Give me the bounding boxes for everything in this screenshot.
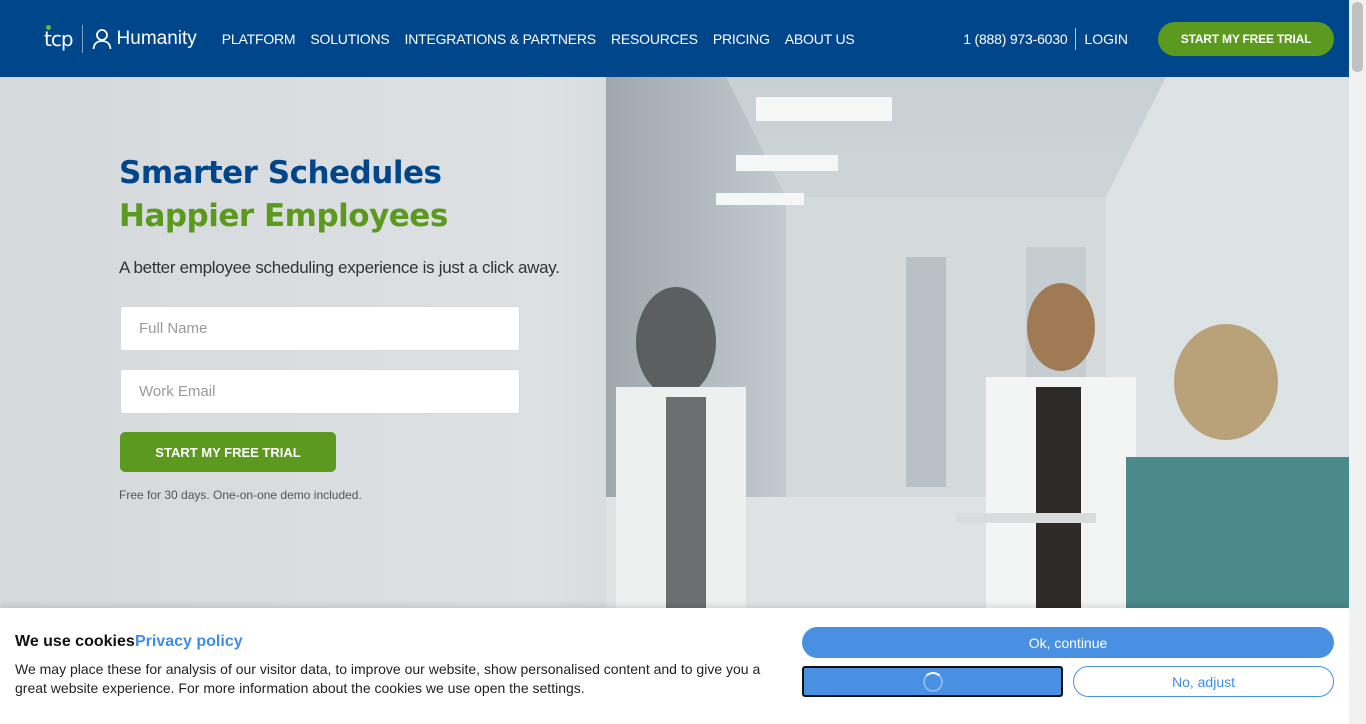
header-free-trial-button[interactable]: START MY FREE TRIAL xyxy=(1158,21,1334,56)
subheadline: A better employee scheduling experience … xyxy=(119,258,560,277)
hero-free-trial-button[interactable]: START MY FREE TRIAL xyxy=(120,432,336,472)
nav-about-us[interactable]: ABOUT US xyxy=(785,31,855,47)
cookie-text: We may place these for analysis of our v… xyxy=(15,661,761,696)
nav-integrations-partners[interactable]: INTEGRATIONS & PARTNERS xyxy=(405,31,597,47)
site-header: tcp Humanity PLATFORM SOLUTIONS INTEGRAT… xyxy=(0,0,1349,77)
login-link[interactable]: LOGIN xyxy=(1084,31,1128,47)
nav-resources[interactable]: RESOURCES xyxy=(611,31,698,47)
work-email-input[interactable] xyxy=(120,369,520,414)
trial-note: Free for 30 days. One-on-one demo includ… xyxy=(119,488,362,502)
brand-logo[interactable]: tcp Humanity xyxy=(44,24,197,53)
phone-link[interactable]: 1 (888) 973-6030 xyxy=(963,31,1067,47)
headline-line-2: Happier Employees xyxy=(119,198,448,234)
nav-pricing[interactable]: PRICING xyxy=(713,31,770,47)
privacy-policy-link[interactable]: Privacy policy xyxy=(135,633,243,651)
full-name-input[interactable] xyxy=(120,306,520,351)
header-actions: 1 (888) 973-6030 LOGIN START MY FREE TRI… xyxy=(963,21,1334,56)
ok-continue-button[interactable]: Ok, continue xyxy=(802,627,1334,658)
nav-solutions[interactable]: SOLUTIONS xyxy=(310,31,389,47)
loading-spinner-icon xyxy=(922,671,943,692)
hero-section: Smarter Schedules Happier Employees A be… xyxy=(0,77,1349,608)
nav-platform[interactable]: PLATFORM xyxy=(222,31,296,47)
user-icon xyxy=(92,28,111,49)
brand-name: Humanity xyxy=(116,27,197,49)
headline-line-1: Smarter Schedules xyxy=(119,155,442,191)
tcp-logo: tcp xyxy=(44,24,74,51)
no-adjust-button[interactable]: No, adjust xyxy=(1073,666,1334,697)
hero-photo xyxy=(606,77,1349,608)
main-nav: PLATFORM SOLUTIONS INTEGRATIONS & PARTNE… xyxy=(222,31,870,47)
cookie-banner: We use cookies Privacy policy We may pla… xyxy=(0,608,1349,724)
brand-divider xyxy=(81,24,83,53)
cookie-settings-button[interactable] xyxy=(802,666,1063,697)
header-divider xyxy=(1075,27,1077,50)
scrollbar-thumb[interactable] xyxy=(1352,2,1363,72)
scrollbar[interactable] xyxy=(1349,0,1366,724)
cookie-title: We use cookies xyxy=(15,633,135,650)
